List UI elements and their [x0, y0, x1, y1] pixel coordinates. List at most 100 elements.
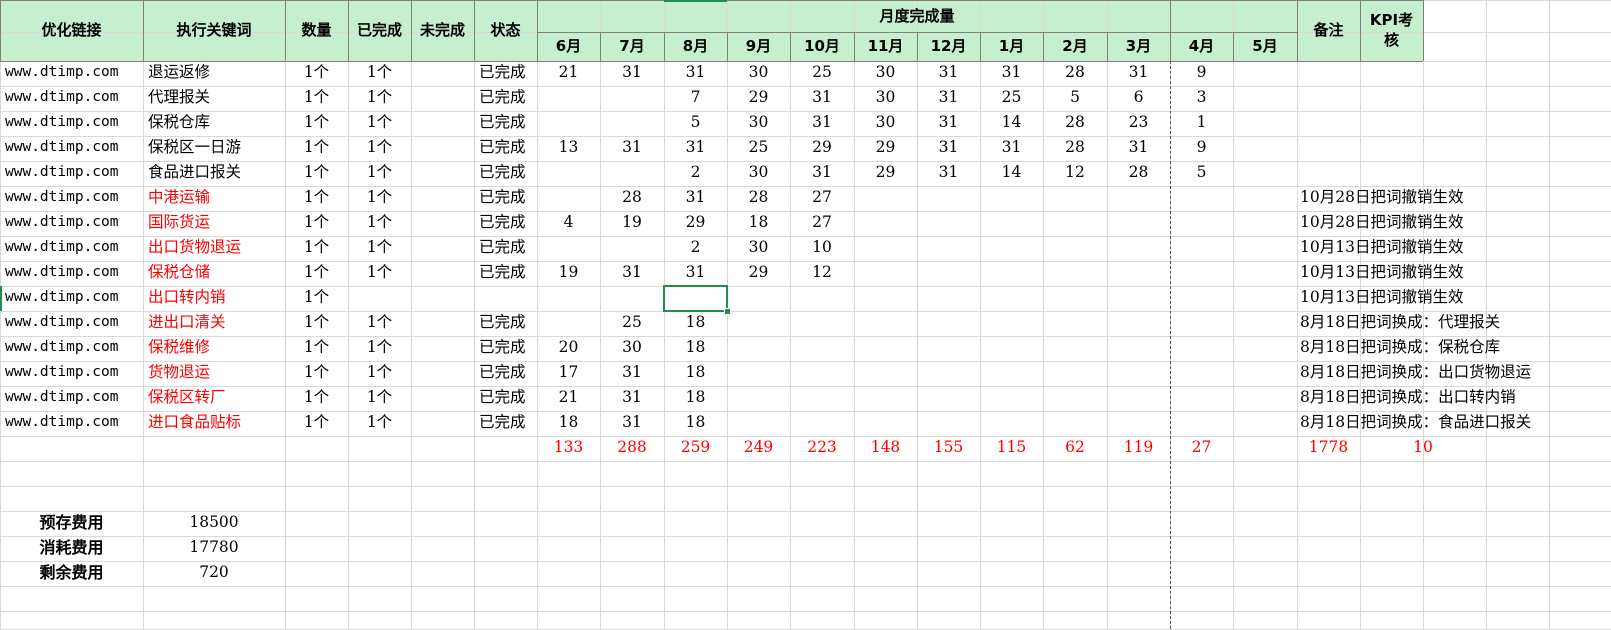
fill-handle[interactable] [724, 308, 731, 315]
cell-month-value[interactable] [1233, 90, 1297, 111]
cell-link-url[interactable]: www.dtimp.com [5, 390, 143, 411]
cell-month-value[interactable] [1233, 365, 1297, 386]
cell-link-url[interactable]: www.dtimp.com [5, 240, 143, 261]
cell-month-value[interactable]: 29 [664, 214, 727, 236]
cell-month-value[interactable] [854, 415, 917, 436]
cell-month-value[interactable]: 31 [980, 139, 1043, 161]
cell-link-url[interactable]: www.dtimp.com [5, 415, 143, 436]
cell-month-value[interactable] [1170, 315, 1233, 336]
cell-done[interactable]: 1个 [348, 239, 411, 261]
cell-qty[interactable]: 1个 [285, 314, 348, 336]
cell-link-url[interactable]: www.dtimp.com [5, 215, 143, 236]
cell-month-value[interactable] [917, 365, 980, 386]
cell-keyword[interactable]: 保税维修 [148, 339, 285, 361]
cell-month-value[interactable] [854, 315, 917, 336]
cell-month-value[interactable]: 5 [1170, 164, 1233, 186]
cell-month-value[interactable] [1107, 415, 1170, 436]
cell-month-value[interactable]: 30 [727, 164, 790, 186]
cell-month-value[interactable]: 29 [727, 89, 790, 111]
cell-done[interactable]: 1个 [348, 364, 411, 386]
cell-keyword[interactable]: 退运返修 [148, 64, 285, 86]
cell-link-url[interactable]: www.dtimp.com [5, 315, 143, 336]
cell-month-total[interactable]: 115 [980, 439, 1043, 461]
cell-month-value[interactable]: 27 [790, 189, 854, 211]
cell-status[interactable]: 已完成 [479, 214, 539, 236]
cell-month-value[interactable]: 28 [727, 189, 790, 211]
cell-month-value[interactable]: 30 [854, 89, 917, 111]
cell-month-value[interactable] [790, 415, 854, 436]
cell-month-value[interactable] [1170, 240, 1233, 261]
cell-month-value[interactable]: 30 [854, 64, 917, 86]
cell-month-value[interactable]: 21 [537, 64, 600, 86]
cell-link-url[interactable]: www.dtimp.com [5, 290, 143, 311]
cell-month-value[interactable] [790, 315, 854, 336]
cell-qty[interactable]: 1个 [285, 364, 348, 386]
cell-month-value[interactable] [1043, 215, 1107, 236]
cell-month-value[interactable] [727, 365, 790, 386]
cell-month-value[interactable]: 20 [537, 339, 600, 361]
cell-month-value[interactable] [980, 415, 1043, 436]
cell-month-value[interactable]: 9 [1170, 139, 1233, 161]
cell-month-value[interactable]: 2 [664, 239, 727, 261]
cell-status[interactable]: 已完成 [479, 89, 539, 111]
cell-month-value[interactable]: 28 [600, 189, 664, 211]
cell-keyword[interactable]: 保税区转厂 [148, 389, 285, 411]
cell-done[interactable]: 1个 [348, 314, 411, 336]
cell-month-value[interactable]: 31 [600, 64, 664, 86]
cell-keyword[interactable]: 中港运输 [148, 189, 285, 211]
cell-month-value[interactable] [854, 290, 917, 311]
cell-status[interactable]: 已完成 [479, 139, 539, 161]
cell-month-total[interactable]: 62 [1043, 439, 1107, 461]
cell-keyword[interactable]: 食品进口报关 [148, 164, 285, 186]
cell-month-value[interactable]: 25 [727, 139, 790, 161]
cell-month-value[interactable]: 18 [664, 414, 727, 436]
cell-month-value[interactable] [1170, 215, 1233, 236]
active-cell-selection[interactable] [663, 285, 728, 312]
cell-month-value[interactable] [790, 340, 854, 361]
cell-keyword[interactable]: 进出口清关 [148, 314, 285, 336]
cell-month-value[interactable]: 31 [600, 414, 664, 436]
cell-month-value[interactable] [1233, 115, 1297, 136]
cell-link-url[interactable]: www.dtimp.com [5, 90, 143, 111]
cell-month-value[interactable] [917, 415, 980, 436]
cell-month-value[interactable]: 12 [790, 264, 854, 286]
cell-month-value[interactable] [727, 390, 790, 411]
cell-month-value[interactable]: 3 [1170, 89, 1233, 111]
cell-keyword[interactable]: 进口食品贴标 [148, 414, 285, 436]
cell-month-value[interactable]: 18 [727, 214, 790, 236]
cell-status[interactable]: 已完成 [479, 239, 539, 261]
cell-note[interactable] [1300, 65, 1600, 86]
cell-month-value[interactable] [1170, 265, 1233, 286]
cell-month-value[interactable] [980, 240, 1043, 261]
cell-month-value[interactable]: 28 [1107, 164, 1170, 186]
cell-month-value[interactable]: 31 [917, 114, 980, 136]
cell-month-value[interactable]: 31 [917, 64, 980, 86]
cell-month-value[interactable] [1170, 415, 1233, 436]
cell-month-value[interactable]: 31 [790, 89, 854, 111]
cell-month-value[interactable]: 30 [727, 114, 790, 136]
cell-link-url[interactable]: www.dtimp.com [5, 265, 143, 286]
cell-month-value[interactable]: 18 [537, 414, 600, 436]
cell-link-url[interactable]: www.dtimp.com [5, 65, 143, 86]
cell-keyword[interactable]: 保税仓库 [148, 114, 285, 136]
cell-month-value[interactable] [537, 90, 600, 111]
cell-qty[interactable]: 1个 [285, 389, 348, 411]
cell-keyword[interactable]: 国际货运 [148, 214, 285, 236]
cell-kpi-total[interactable]: 10 [1360, 439, 1486, 461]
cell-month-value[interactable]: 21 [537, 389, 600, 411]
spreadsheet-grid[interactable]: 优化链接 执行关键词 数量 已完成 未完成 状态 月度完成量 6月 7月 8月 9月 10月 11月 12… [0, 0, 1611, 630]
cell-month-value[interactable] [1233, 215, 1297, 236]
cell-month-value[interactable] [1233, 290, 1297, 311]
cell-note[interactable]: 10月13日把词撤销生效 [1300, 289, 1600, 311]
cell-link-url[interactable]: www.dtimp.com [5, 165, 143, 186]
cell-month-value[interactable] [917, 340, 980, 361]
cell-month-value[interactable] [600, 290, 664, 311]
cell-month-value[interactable] [917, 290, 980, 311]
cell-qty[interactable]: 1个 [285, 89, 348, 111]
cell-month-value[interactable] [980, 190, 1043, 211]
cell-note[interactable]: 8月18日把词换成：保税仓库 [1300, 339, 1600, 361]
cell-month-total[interactable]: 119 [1107, 439, 1170, 461]
cell-qty[interactable]: 1个 [285, 164, 348, 186]
cell-month-value[interactable]: 31 [664, 189, 727, 211]
cell-link-url[interactable]: www.dtimp.com [5, 115, 143, 136]
